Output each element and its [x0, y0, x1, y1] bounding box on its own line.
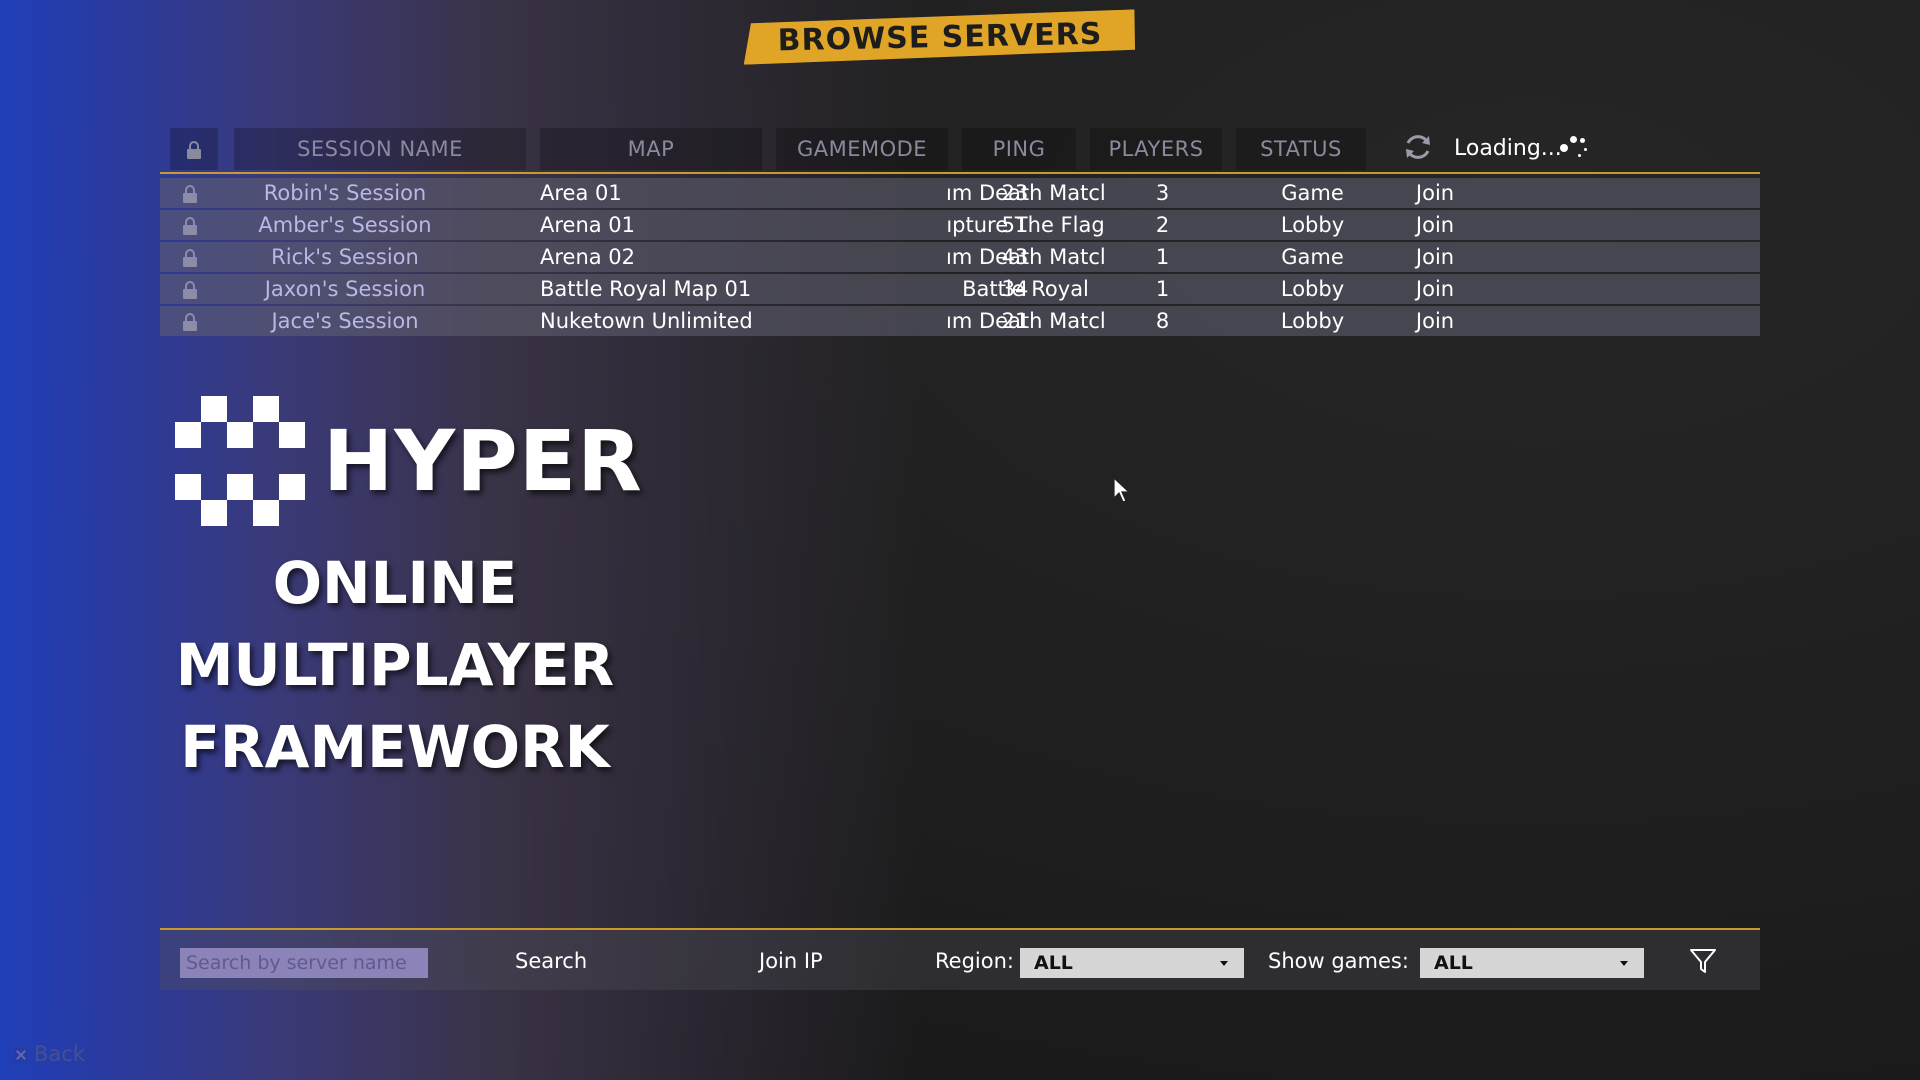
session-status: Lobby: [1280, 213, 1345, 237]
session-map: Arena 01: [540, 213, 636, 237]
session-row[interactable]: Jace's Session Nuketown Unlimited ım Dea…: [160, 306, 1760, 336]
lock-icon: [180, 210, 200, 240]
session-players: 8: [1155, 309, 1170, 333]
region-label: Region:: [935, 949, 1014, 973]
header-lock-column[interactable]: [170, 128, 218, 170]
show-games-label: Show games:: [1268, 949, 1409, 973]
bottom-toolbar: Search Join IP Region: ALL Show games: A…: [160, 928, 1760, 990]
lock-icon: [180, 274, 200, 304]
filter-icon[interactable]: [1688, 946, 1718, 976]
session-map: Battle Royal Map 01: [540, 277, 752, 301]
lock-icon: [187, 141, 201, 159]
session-status: Game: [1281, 181, 1344, 205]
session-status: Lobby: [1280, 277, 1345, 301]
tagline-line: ONLINE: [272, 549, 518, 617]
session-map: Arena 02: [540, 245, 636, 269]
tagline-line: FRAMEWORK: [180, 713, 610, 781]
session-row[interactable]: Amber's Session Arena 01 ıpture The Flag…: [160, 210, 1760, 240]
logo-wordmark: HYPER: [323, 412, 643, 510]
mouse-cursor-icon: [1113, 476, 1131, 503]
session-ping: 21: [1001, 309, 1029, 333]
session-ping: 34: [1001, 277, 1029, 301]
region-value: ALL: [1034, 952, 1073, 974]
session-players: 1: [1155, 245, 1170, 269]
header-gamemode[interactable]: GAMEMODE: [776, 128, 948, 170]
header-ping[interactable]: PING: [962, 128, 1076, 170]
session-name: Amber's Session: [258, 213, 432, 237]
session-row[interactable]: Robin's Session Area 01 ım Death Matcl 2…: [160, 178, 1760, 208]
session-row[interactable]: Rick's Session Arena 02 ım Death Matcl 4…: [160, 242, 1760, 272]
chevron-down-icon: [1220, 961, 1228, 966]
refresh-icon[interactable]: [1402, 131, 1434, 163]
join-button[interactable]: Join: [1400, 242, 1470, 272]
loading-spinner-icon: [1558, 134, 1592, 160]
chevron-down-icon: [1620, 961, 1628, 966]
session-players: 1: [1155, 277, 1170, 301]
show-games-value: ALL: [1434, 952, 1473, 974]
session-ping: 43: [1001, 245, 1029, 269]
back-label: Back: [34, 1042, 85, 1066]
tagline-line: MULTIPLAYER: [175, 631, 615, 699]
session-name: Jace's Session: [271, 309, 419, 333]
join-ip-button[interactable]: Join IP: [759, 944, 823, 978]
tagline: ONLINE MULTIPLAYER FRAMEWORK: [160, 542, 630, 788]
join-button[interactable]: Join: [1400, 274, 1470, 304]
region-dropdown[interactable]: ALL: [1020, 948, 1244, 978]
search-button[interactable]: Search: [515, 944, 587, 978]
search-input[interactable]: [180, 948, 428, 978]
join-button[interactable]: Join: [1400, 178, 1470, 208]
show-games-dropdown[interactable]: ALL: [1420, 948, 1644, 978]
session-ping: 51: [1001, 213, 1029, 237]
header-status[interactable]: STATUS: [1236, 128, 1366, 170]
header-map[interactable]: MAP: [540, 128, 762, 170]
session-row[interactable]: Jaxon's Session Battle Royal Map 01 Batt…: [160, 274, 1760, 304]
session-map: Nuketown Unlimited: [540, 309, 753, 333]
session-status: Game: [1281, 245, 1344, 269]
session-name: Rick's Session: [271, 245, 419, 269]
session-ping: 23: [1001, 181, 1029, 205]
session-list: Robin's Session Area 01 ım Death Matcl 2…: [160, 178, 1760, 338]
lock-icon: [180, 242, 200, 272]
session-map: Area 01: [540, 181, 622, 205]
loading-text: Loading...: [1454, 136, 1562, 161]
header-players[interactable]: PLAYERS: [1090, 128, 1222, 170]
page-title: BROWSE SERVERS: [777, 16, 1103, 59]
lock-icon: [180, 178, 200, 208]
session-name: Jaxon's Session: [264, 277, 426, 301]
lock-icon: [180, 306, 200, 336]
session-name: Robin's Session: [263, 181, 427, 205]
header-session-name[interactable]: SESSION NAME: [234, 128, 526, 170]
session-players: 3: [1155, 181, 1170, 205]
checker-logo-icon: [175, 396, 305, 526]
join-button[interactable]: Join: [1400, 306, 1470, 336]
join-button[interactable]: Join: [1400, 210, 1470, 240]
close-icon: [14, 1048, 28, 1062]
session-status: Lobby: [1280, 309, 1345, 333]
session-players: 2: [1155, 213, 1170, 237]
back-button[interactable]: Back: [14, 1042, 85, 1066]
